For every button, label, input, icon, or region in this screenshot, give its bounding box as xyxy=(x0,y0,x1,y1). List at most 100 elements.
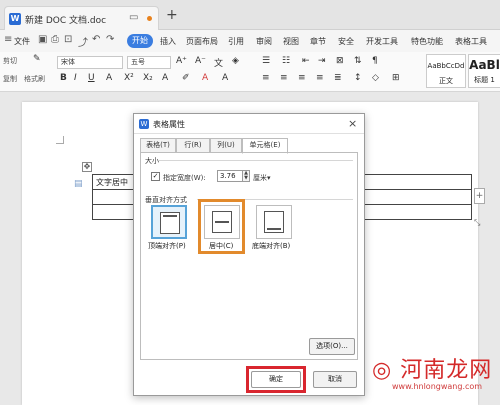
clear-format-icon[interactable]: ◈ xyxy=(232,56,239,66)
font-size-select[interactable]: 五号 xyxy=(127,56,171,69)
redo-icon[interactable]: ↷ xyxy=(106,34,114,45)
margin-corner xyxy=(56,136,64,144)
style-heading1-label: 标题 1 xyxy=(474,76,495,84)
chinese-layout-icon[interactable]: ⊠ xyxy=(336,56,344,66)
text-effect-icon[interactable]: A xyxy=(162,73,168,83)
ok-highlight-box xyxy=(246,366,306,393)
style-heading1-preview: AaBl xyxy=(469,58,500,72)
bold-icon[interactable]: B xyxy=(60,73,67,83)
style-normal-preview: AaBbCcDd xyxy=(427,62,465,70)
numbering-icon[interactable]: ☷ xyxy=(282,56,290,66)
valign-top-option[interactable] xyxy=(151,205,187,239)
align-center-icon[interactable]: ≡ xyxy=(280,73,288,83)
options-button[interactable]: 选项(O)... xyxy=(309,338,355,355)
format-painter-button[interactable]: 格式刷 xyxy=(24,74,45,84)
highlight-icon[interactable]: ✐ xyxy=(182,73,190,83)
menu-features[interactable]: 特色功能 xyxy=(411,36,443,47)
new-tab-button[interactable]: + xyxy=(166,7,178,23)
show-marks-icon[interactable]: ¶ xyxy=(372,56,378,66)
unsaved-dot-icon xyxy=(147,16,152,21)
style-normal[interactable]: AaBbCcDd 正文 xyxy=(426,54,466,88)
align-left-icon[interactable]: ≡ xyxy=(262,73,270,83)
underline-icon[interactable]: U xyxy=(88,73,95,83)
grow-font-icon[interactable]: A⁺ xyxy=(176,56,187,66)
justify-icon[interactable]: ≡ xyxy=(316,73,324,83)
menu-view[interactable]: 视图 xyxy=(283,36,299,47)
center-highlight-box xyxy=(198,199,245,254)
menu-file[interactable]: 文件 xyxy=(14,36,30,47)
export-icon[interactable]: ⤴ xyxy=(78,34,88,49)
phonetic-icon[interactable]: 文 xyxy=(214,56,223,69)
width-checkbox[interactable]: ✓ xyxy=(151,172,160,181)
menu-insert[interactable]: 插入 xyxy=(160,36,176,47)
cut-button[interactable]: 剪切 xyxy=(3,56,17,66)
monitor-icon[interactable]: ▭ xyxy=(129,12,138,23)
style-heading1[interactable]: AaBl 标题 1 xyxy=(468,54,500,88)
dialog-title: 表格属性 xyxy=(153,120,185,129)
width-spinner[interactable]: ▲ ▼ xyxy=(243,170,250,182)
italic-icon[interactable]: I xyxy=(74,73,77,83)
shading-icon[interactable]: ◇ xyxy=(372,73,379,83)
valign-section-label: 垂直对齐方式 xyxy=(145,196,187,204)
font-color-icon[interactable]: A xyxy=(202,73,208,83)
width-unit-select[interactable]: 厘米▾ xyxy=(253,173,271,183)
menu-page-layout[interactable]: 页面布局 xyxy=(186,36,218,47)
ribbon: 剪切 复制 ✎ 格式刷 宋体 五号 A⁺ A⁻ 文 ◈ B I U A X² X… xyxy=(0,52,500,92)
document-tab-title: 新建 DOC 文档.doc xyxy=(25,16,107,26)
borders-icon[interactable]: ⊞ xyxy=(392,73,400,83)
style-normal-label: 正文 xyxy=(439,77,453,85)
table-move-handle[interactable]: ✥ xyxy=(82,162,92,172)
cancel-button[interactable]: 取消 xyxy=(313,371,357,388)
valign-top-label: 顶端对齐(P) xyxy=(148,242,186,250)
menu-icon[interactable]: ≡ xyxy=(4,34,12,45)
menu-review[interactable]: 审阅 xyxy=(256,36,272,47)
paragraph-icon: ▤ xyxy=(74,179,83,189)
width-unit-label: 厘米 xyxy=(253,174,267,182)
menu-references[interactable]: 引用 xyxy=(228,36,244,47)
watermark-logo: ◎ 河南龙网 xyxy=(372,358,493,383)
line-spacing-icon[interactable]: ↕ xyxy=(354,73,362,83)
menu-security[interactable]: 安全 xyxy=(338,36,354,47)
tab-table[interactable]: 表格(T) xyxy=(140,138,176,153)
bullets-icon[interactable]: ☰ xyxy=(262,56,270,66)
table-resize-icon[interactable]: ⤡ xyxy=(474,218,484,228)
char-shading-icon[interactable]: A xyxy=(222,73,228,83)
close-icon[interactable]: × xyxy=(348,117,357,130)
menu-developer[interactable]: 开发工具 xyxy=(366,36,398,47)
add-column-button[interactable]: + xyxy=(474,188,485,204)
watermark-url: www.hnlongwang.com xyxy=(392,382,483,391)
width-input[interactable]: 3.76 xyxy=(217,170,243,182)
sort-icon[interactable]: ⇅ xyxy=(354,56,362,66)
shrink-font-icon[interactable]: A⁻ xyxy=(195,56,206,66)
width-checkbox-label: 指定宽度(W): xyxy=(163,174,206,182)
strikethrough-icon[interactable]: A xyxy=(106,73,112,83)
valign-bottom-label: 底端对齐(B) xyxy=(252,242,291,250)
align-right-icon[interactable]: ≡ xyxy=(298,73,306,83)
tab-column[interactable]: 列(U) xyxy=(210,138,242,153)
print-icon[interactable]: ⊡ xyxy=(64,34,72,45)
menu-home[interactable]: 开始 xyxy=(127,34,153,48)
menu-table-tools[interactable]: 表格工具 xyxy=(455,36,487,47)
copy-button[interactable]: 复制 xyxy=(3,74,17,84)
superscript-icon[interactable]: X² xyxy=(124,73,134,83)
cell-tab-panel: 大小 ✓ 指定宽度(W): 3.76 ▲ ▼ 厘米▾ 垂直对齐方式 顶端对齐(P)… xyxy=(140,152,358,360)
align-bottom-icon xyxy=(264,211,284,233)
decrease-indent-icon[interactable]: ⇤ xyxy=(302,56,310,66)
undo-icon[interactable]: ↶ xyxy=(92,34,100,45)
font-name-select[interactable]: 宋体 xyxy=(57,56,123,69)
format-painter-icon[interactable]: ✎ xyxy=(33,54,41,64)
subscript-icon[interactable]: X₂ xyxy=(143,73,153,83)
document-tab[interactable]: W 新建 DOC 文档.doc ▭ xyxy=(4,6,159,30)
save-icon[interactable]: ▣ xyxy=(38,34,47,45)
print-preview-icon[interactable]: ⎙ xyxy=(51,34,59,45)
table-properties-dialog: W 表格属性 × 表格(T) 行(R) 列(U) 单元格(E) 大小 ✓ 指定宽… xyxy=(133,113,365,396)
dialog-titlebar: W 表格属性 × xyxy=(134,114,364,134)
distribute-icon[interactable]: ≣ xyxy=(334,73,342,83)
increase-indent-icon[interactable]: ⇥ xyxy=(318,56,326,66)
title-bar: W 新建 DOC 文档.doc ▭ + xyxy=(0,0,500,30)
menu-section[interactable]: 章节 xyxy=(310,36,326,47)
dialog-app-icon: W xyxy=(139,119,149,129)
align-top-icon xyxy=(160,212,180,234)
tab-row[interactable]: 行(R) xyxy=(176,138,210,153)
valign-bottom-option[interactable] xyxy=(256,205,292,239)
